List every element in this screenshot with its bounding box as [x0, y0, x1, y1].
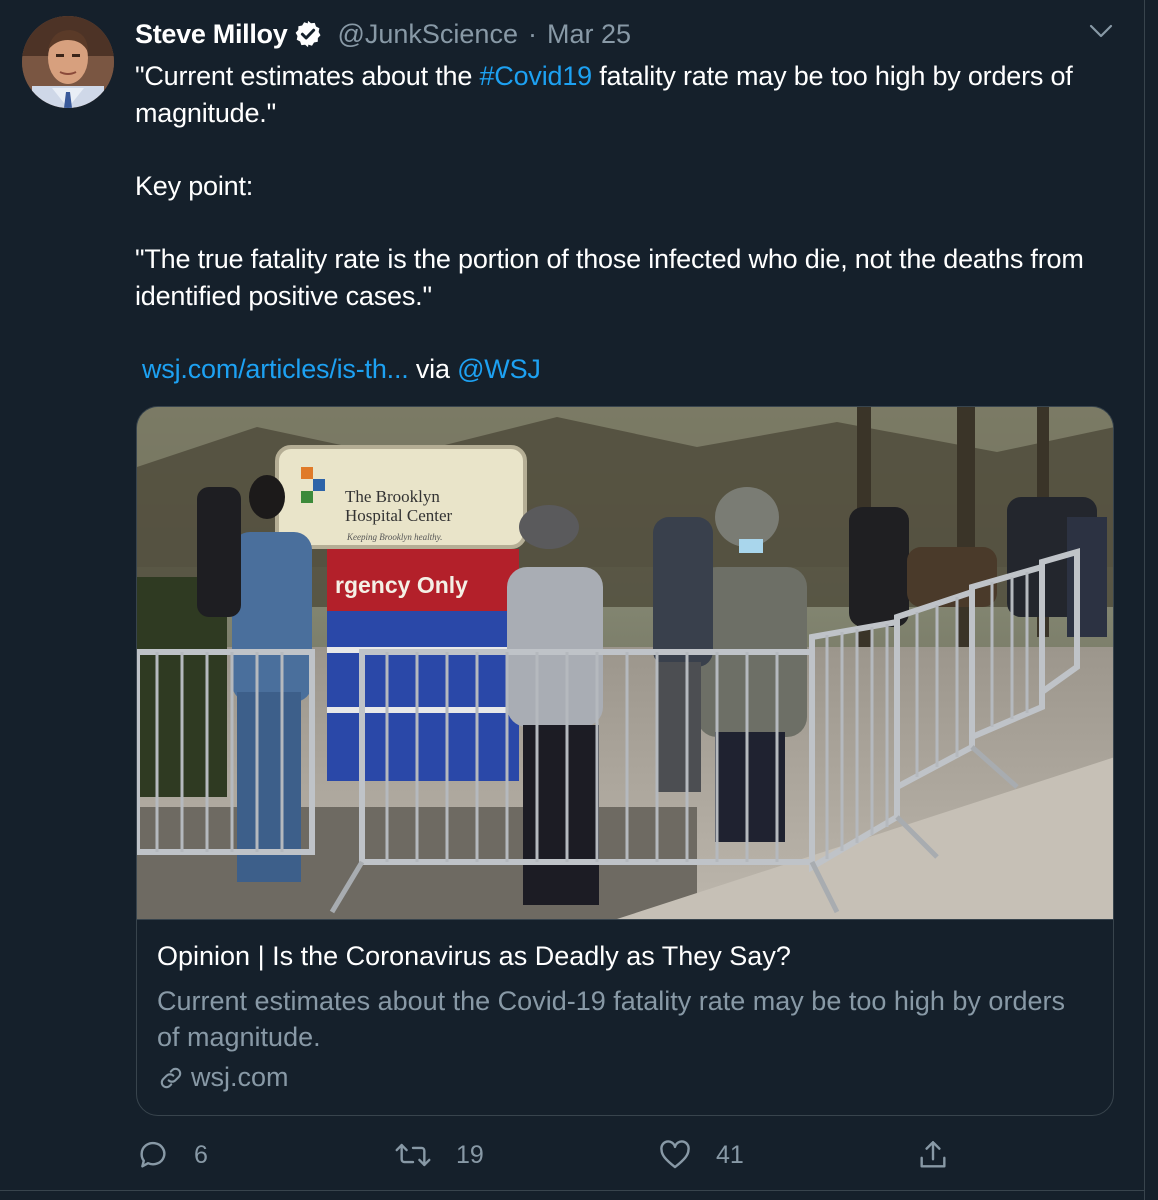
- sign-line-1: The Brooklyn: [345, 487, 440, 506]
- chevron-down-icon[interactable]: [1088, 22, 1114, 40]
- like-button[interactable]: 41: [658, 1135, 744, 1175]
- tweet-header: Steve Milloy @JunkScience · Mar 25: [135, 16, 631, 52]
- reply-count: 6: [194, 1140, 208, 1169]
- share-icon: [920, 1141, 946, 1168]
- timeline-right-border: [1144, 0, 1145, 1200]
- tweet-text-part: "Current estimates about the: [135, 61, 480, 91]
- retweet-count: 19: [456, 1140, 484, 1169]
- card-title: Opinion | Is the Coronavirus as Deadly a…: [157, 941, 791, 971]
- avatar[interactable]: [22, 16, 114, 108]
- tweet-divider: [0, 1190, 1145, 1191]
- reply-button[interactable]: 6: [136, 1135, 208, 1175]
- tweet-quote: "The true fatality rate is the portion o…: [135, 244, 1084, 311]
- article-url-link[interactable]: wsj.com/articles/is-th...: [142, 354, 409, 384]
- author-handle[interactable]: @JunkScience: [337, 19, 518, 50]
- like-icon: [660, 1140, 690, 1169]
- tweet-date[interactable]: Mar 25: [547, 19, 631, 50]
- tweet-link-line: wsj.com/articles/is-th... via @WSJ: [142, 351, 1122, 388]
- sign-tagline: Keeping Brooklyn healthy.: [346, 532, 442, 542]
- via-text: via: [408, 354, 458, 384]
- link-icon: [160, 1067, 182, 1088]
- sign-banner: rgency Only: [335, 572, 468, 598]
- sign-line-2: Hospital Center: [345, 506, 453, 525]
- card-image: The Brooklyn Hospital Center Keeping Bro…: [137, 407, 1113, 919]
- mention-link[interactable]: @WSJ: [457, 354, 541, 384]
- retweet-button[interactable]: 19: [394, 1135, 484, 1175]
- card-description: Current estimates about the Covid-19 fat…: [157, 986, 1065, 1052]
- link-preview-card[interactable]: The Brooklyn Hospital Center Keeping Bro…: [136, 406, 1114, 1116]
- retweet-icon: [395, 1143, 431, 1167]
- hashtag-link[interactable]: #Covid19: [479, 61, 592, 91]
- card-divider: [137, 919, 1113, 920]
- header-separator: ·: [527, 18, 537, 49]
- reply-icon: [140, 1141, 166, 1168]
- author-name[interactable]: Steve Milloy: [135, 19, 288, 50]
- verified-badge-icon: [296, 20, 321, 48]
- share-button[interactable]: [916, 1135, 974, 1175]
- tweet-key-point: Key point:: [135, 171, 254, 201]
- tweet-text-paragraph-1: "Current estimates about the #Covid19 fa…: [135, 58, 1115, 131]
- tweet-action-bar: 6 19 41: [136, 1135, 1116, 1175]
- card-domain-text: wsj.com: [191, 1062, 289, 1092]
- card-domain: wsj.com: [157, 1062, 289, 1093]
- like-count: 41: [716, 1140, 744, 1169]
